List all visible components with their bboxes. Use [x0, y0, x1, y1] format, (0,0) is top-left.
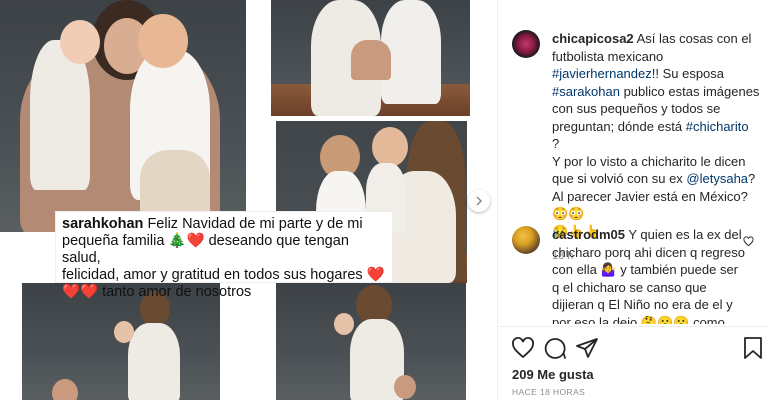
- author-avatar[interactable]: [512, 30, 540, 58]
- caption-line-5: tanto amor de nosotros: [102, 284, 252, 300]
- heart-emoji: ❤️: [186, 233, 205, 249]
- photo-kids-standing: [271, 0, 470, 116]
- small-heart-icon[interactable]: [743, 236, 754, 250]
- hashtag-javierhernandez[interactable]: #javierhernandez: [552, 66, 652, 81]
- image-caption: sarahkohan Feliz Navidad de mi parte y d…: [56, 212, 392, 300]
- caption-username: sarahkohan: [62, 216, 144, 232]
- post-text-2: !! Su esposa: [651, 66, 725, 81]
- hashtag-chicharito[interactable]: #chicharito: [686, 119, 749, 134]
- post-panel: chicapicosa2 Así las cosas con el futbol…: [497, 0, 768, 400]
- bookmark-icon[interactable]: [740, 335, 766, 361]
- likes-count[interactable]: 209 Me gusta: [512, 367, 594, 382]
- heart-icon[interactable]: [510, 335, 536, 361]
- caption-line-1: Feliz Navidad de mi parte y de mi: [147, 216, 363, 232]
- caption-line-2: pequeña familia: [62, 233, 165, 249]
- share-icon[interactable]: [574, 335, 600, 361]
- post-image[interactable]: sarahkohan Feliz Navidad de mi parte y d…: [0, 0, 497, 400]
- comment-item: castrodm05 Y quien es la ex del chicharo…: [512, 226, 764, 324]
- hashtag-sarakohan[interactable]: #sarakohan: [552, 84, 620, 99]
- commenter-username[interactable]: castrodm05: [552, 227, 625, 242]
- mention-letysaha[interactable]: @letysaha: [686, 171, 748, 186]
- post-timestamp: HACE 18 HORAS: [512, 387, 586, 397]
- photo-mother-two-babies: [0, 0, 246, 232]
- heart-emoji: ❤️: [366, 267, 385, 283]
- comment-icon[interactable]: [542, 335, 568, 361]
- action-bar: 209 Me gusta HACE 18 HORAS: [498, 326, 768, 400]
- commenter-avatar[interactable]: [512, 226, 540, 254]
- heart-emoji: ❤️❤️: [62, 284, 99, 300]
- author-username[interactable]: chicapicosa2: [552, 31, 634, 46]
- post-text-4: ?: [552, 136, 560, 151]
- tree-emoji: 🎄: [168, 233, 187, 249]
- caption-line-4: felicidad, amor y gratitud en todos sus …: [62, 267, 363, 283]
- chevron-right-icon[interactable]: [468, 190, 490, 212]
